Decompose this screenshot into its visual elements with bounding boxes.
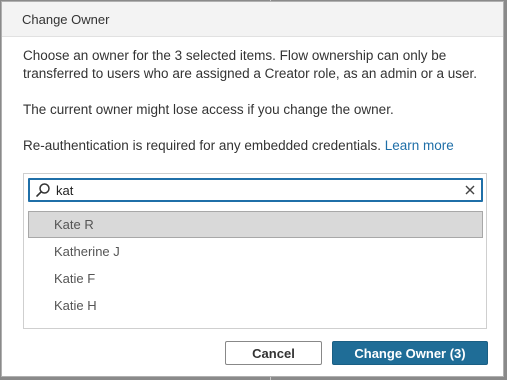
learn-more-link[interactable]: Learn more xyxy=(385,138,454,153)
change-owner-button[interactable]: Change Owner (3) xyxy=(332,341,488,365)
list-item[interactable]: Kate R xyxy=(28,211,483,238)
change-owner-dialog: Change Owner Choose an owner for the 3 s… xyxy=(1,1,504,377)
close-icon[interactable] xyxy=(463,183,477,197)
dialog-description: Choose an owner for the 3 selected items… xyxy=(23,48,477,81)
list-item[interactable]: Katie H xyxy=(28,292,483,319)
list-item[interactable]: Katherine J xyxy=(28,238,483,265)
reauth-text: Re-authentication is required for any em… xyxy=(23,138,381,153)
owner-search-panel: Kate R Katherine J Katie F Katie H xyxy=(23,173,487,329)
search-box[interactable] xyxy=(28,178,483,202)
owner-access-warning: The current owner might lose access if y… xyxy=(23,102,394,117)
dialog-title: Change Owner xyxy=(2,2,503,37)
owner-search-input[interactable] xyxy=(56,181,456,199)
list-item[interactable]: Katie F xyxy=(28,265,483,292)
reauth-notice: Re-authentication is required for any em… xyxy=(23,137,493,155)
cancel-button[interactable]: Cancel xyxy=(225,341,322,365)
owner-results-list: Kate R Katherine J Katie F Katie H xyxy=(28,211,483,319)
search-icon xyxy=(36,183,50,197)
